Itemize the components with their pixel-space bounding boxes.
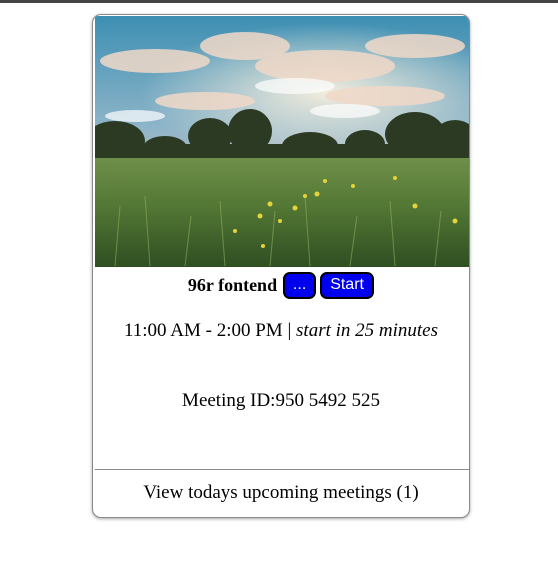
card-divider (95, 469, 469, 470)
meeting-title: 96r fontend (187, 274, 278, 295)
meeting-time-range: 11:00 AM - 2:00 PM (123, 320, 283, 341)
window-top-bar (0, 0, 558, 3)
meeting-id-label: Meeting ID: (182, 390, 276, 411)
meeting-id-value: 950 5492 525 (275, 390, 380, 411)
time-separator: | (287, 320, 292, 341)
start-countdown: start in 25 minutes (296, 320, 438, 341)
start-meeting-button[interactable]: Start (320, 271, 375, 299)
upcoming-meetings-link[interactable]: View todays upcoming meetings (1) (93, 482, 469, 504)
meeting-time-info: 11:00 AM - 2:00 PM | start in 25 minutes (93, 320, 469, 342)
meeting-card: 96r fontend ... Start 11:00 AM - 2:00 PM… (92, 14, 470, 518)
meeting-cover-image (95, 16, 469, 267)
more-options-button[interactable]: ... (283, 271, 317, 299)
meeting-header: 96r fontend ... Start (93, 271, 469, 299)
meeting-id-info: Meeting ID:950 5492 525 (93, 390, 469, 412)
